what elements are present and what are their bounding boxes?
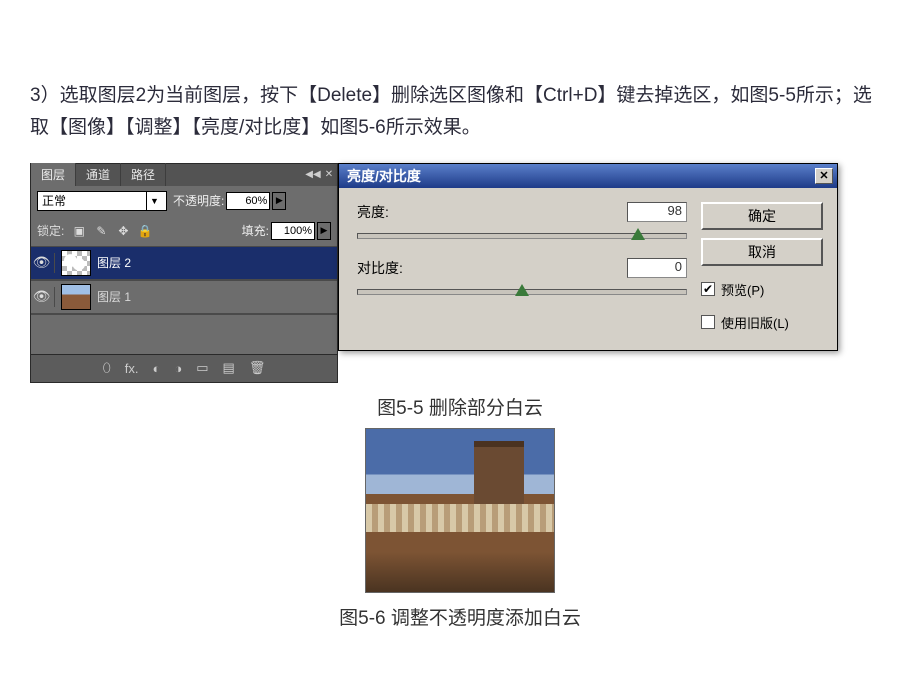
layer-mask-icon[interactable]: ◐ <box>153 361 161 376</box>
lock-label: 锁定: <box>37 222 64 239</box>
blend-mode-value: 正常 <box>42 192 66 209</box>
contrast-slider[interactable] <box>357 282 687 300</box>
layer-name: 图层 1 <box>97 288 131 305</box>
tab-paths[interactable]: 路径 <box>121 163 166 186</box>
figure-caption-5-5: 图5-5 删除部分白云 <box>30 393 890 420</box>
brightness-slider[interactable] <box>357 226 687 244</box>
preview-label: 预览(P) <box>721 280 764 299</box>
layer-item[interactable]: 👁 图层 1 <box>31 280 337 314</box>
preview-checkbox[interactable]: ✔ 预览(P) <box>701 280 823 299</box>
tab-channels[interactable]: 通道 <box>76 163 121 186</box>
slider-thumb-icon[interactable] <box>631 228 645 242</box>
figure-5-6-image <box>365 428 555 593</box>
lock-brush-icon[interactable]: ✎ <box>92 222 110 240</box>
opacity-value[interactable]: 60% <box>226 192 270 210</box>
figure-caption-5-6: 图5-6 调整不透明度添加白云 <box>30 603 890 630</box>
visibility-icon[interactable]: 👁 <box>35 287 55 307</box>
lock-all-icon[interactable]: 🔒 <box>136 222 154 240</box>
fill-value[interactable]: 100% <box>271 222 315 240</box>
adjustment-layer-icon[interactable]: ◑ <box>174 361 182 376</box>
layers-panel: 图层 通道 路径 ◀◀ ✕ 正常 ▼ 不透明度: 60% ▶ 锁定: ▣ ✎ ✥ <box>30 163 338 383</box>
layer-name: 图层 2 <box>97 254 131 271</box>
chevron-down-icon: ▼ <box>146 191 162 211</box>
contrast-label: 对比度: <box>357 258 403 278</box>
visibility-icon[interactable]: 👁 <box>35 253 55 273</box>
slider-thumb-icon[interactable] <box>515 284 529 298</box>
lock-transparency-icon[interactable]: ▣ <box>70 222 88 240</box>
opacity-slider-toggle[interactable]: ▶ <box>272 192 286 210</box>
brightness-contrast-dialog: 亮度/对比度 ✕ 亮度: 98 对比度: 0 <box>338 163 838 351</box>
collapse-icon[interactable]: ◀◀ <box>305 167 321 183</box>
fill-slider-toggle[interactable]: ▶ <box>317 222 331 240</box>
layer-thumbnail <box>61 284 91 310</box>
cancel-button[interactable]: 取消 <box>701 238 823 266</box>
opacity-label: 不透明度: <box>173 192 224 209</box>
panel-close-icon[interactable]: ✕ <box>321 167 337 183</box>
link-layers-icon[interactable]: ⬯ <box>103 360 111 376</box>
contrast-input[interactable]: 0 <box>627 258 687 278</box>
layer-style-icon[interactable]: fx. <box>125 361 139 376</box>
checkbox-icon <box>701 315 715 329</box>
ok-button[interactable]: 确定 <box>701 202 823 230</box>
legacy-label: 使用旧版(L) <box>721 313 789 332</box>
layer-item[interactable]: 👁 图层 2 <box>31 246 337 280</box>
brightness-label: 亮度: <box>357 202 389 222</box>
layer-thumbnail <box>61 250 91 276</box>
blend-mode-select[interactable]: 正常 ▼ <box>37 191 167 211</box>
checkbox-checked-icon: ✔ <box>701 282 715 296</box>
fill-label: 填充: <box>242 222 269 239</box>
instruction-text: 3）选取图层2为当前图层，按下【Delete】删除选区图像和【Ctrl+D】键去… <box>30 80 890 145</box>
dialog-title: 亮度/对比度 <box>347 166 421 186</box>
new-layer-icon[interactable]: ▤ <box>223 360 235 376</box>
layer-group-icon[interactable]: ▭ <box>196 360 208 376</box>
brightness-input[interactable]: 98 <box>627 202 687 222</box>
delete-layer-icon[interactable]: 🗑 <box>249 360 266 376</box>
legacy-checkbox[interactable]: 使用旧版(L) <box>701 313 823 332</box>
tab-layers[interactable]: 图层 <box>31 163 76 186</box>
dialog-close-button[interactable]: ✕ <box>815 168 833 184</box>
lock-move-icon[interactable]: ✥ <box>114 222 132 240</box>
